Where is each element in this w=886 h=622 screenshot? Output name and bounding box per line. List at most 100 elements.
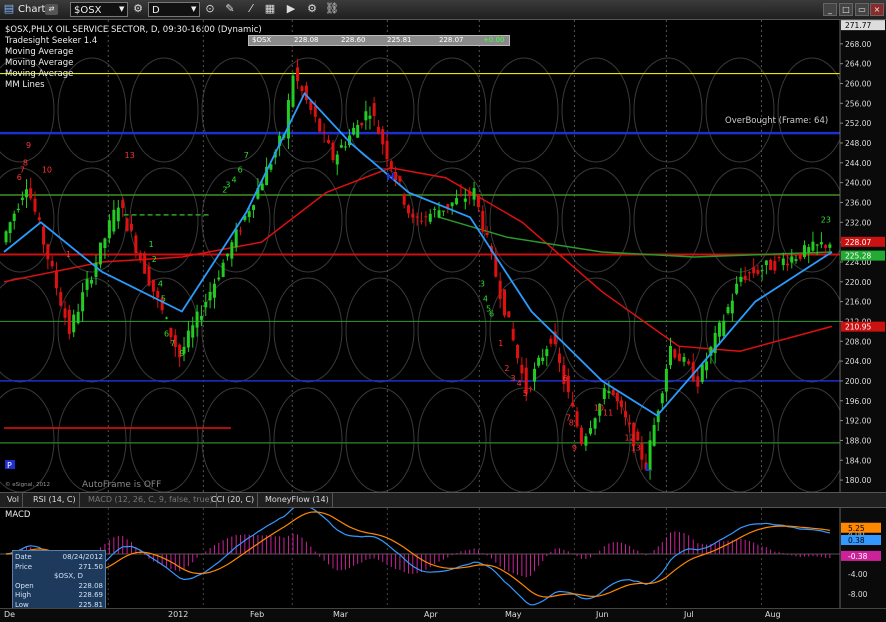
decor-ellipse: [0, 387, 55, 492]
candle-body: [602, 388, 606, 400]
candle-body: [752, 267, 756, 274]
candle-body: [212, 283, 216, 298]
macd-chart[interactable]: 4.000.00-4.00-8.005.250.38-0.38: [0, 508, 886, 608]
grid-icon[interactable]: ▦: [263, 2, 277, 16]
candle-body: [593, 418, 597, 429]
candle-body: [463, 198, 467, 202]
tab-macd[interactable]: MACD (12, 26, C, 9, false, true): [85, 493, 217, 507]
candle-body: [339, 145, 343, 148]
decor-ellipse: [777, 277, 847, 383]
link-badge-icon[interactable]: ⇄: [45, 4, 58, 15]
restore-button[interactable]: ▭: [855, 3, 869, 16]
tab-cci[interactable]: CCI (20, C): [208, 493, 259, 507]
sequence-count-label: 2: [504, 364, 509, 373]
data-value: 228.08: [78, 581, 104, 590]
close-button[interactable]: ×: [870, 3, 884, 16]
candle-body: [234, 229, 238, 248]
candle-body: [611, 389, 615, 395]
candle-body: [204, 301, 208, 308]
copyright-label: © eSignal, 2012: [5, 481, 50, 488]
line-icon[interactable]: ⁄: [244, 2, 258, 16]
candle-body: [239, 230, 243, 232]
quote-open: 228.08: [294, 36, 319, 44]
sequence-count-label: 13: [125, 151, 135, 160]
candle-body: [352, 127, 356, 135]
candle-body: [169, 327, 173, 338]
decor-ellipse: [129, 387, 199, 492]
link-icon[interactable]: ⛓: [325, 2, 339, 16]
candle-body: [455, 198, 459, 205]
decor-ellipse: [561, 277, 631, 383]
autoframe-label: AutoFrame is OFF: [82, 480, 161, 490]
draw-icon[interactable]: ✎: [223, 2, 237, 16]
candle-body: [584, 436, 588, 446]
candle-body: [67, 309, 71, 334]
candle-body: [81, 292, 85, 312]
candle-body: [12, 213, 16, 221]
decor-ellipse: [345, 277, 415, 383]
price-label: 228.07: [845, 238, 871, 247]
p-marker-label: P: [7, 461, 12, 470]
candle-body: [63, 308, 67, 318]
play-icon[interactable]: ▶: [284, 2, 298, 16]
candle-body: [165, 317, 169, 319]
candle-body: [433, 208, 437, 210]
quote-symbol: $OSX: [252, 36, 272, 44]
candle-body: [98, 242, 102, 265]
candle-body: [579, 427, 583, 445]
candle-body: [85, 279, 89, 290]
tab-moneyflow[interactable]: MoneyFlow (14): [262, 493, 333, 507]
chart-window-icon: ▤: [3, 2, 15, 15]
candle-body: [824, 245, 828, 248]
data-row: High 228.69: [15, 591, 103, 600]
candle-body: [696, 376, 700, 387]
gear-icon[interactable]: ⚙: [131, 2, 145, 16]
x-axis-label: Aug: [765, 610, 781, 619]
decor-ellipse: [201, 277, 271, 383]
candle-body: [607, 391, 611, 394]
candle-body: [781, 258, 785, 266]
tab-rsi[interactable]: RSI (14, C): [30, 493, 80, 507]
decor-ellipse: [489, 387, 559, 492]
candle-body: [450, 202, 454, 207]
candle-body: [756, 270, 760, 274]
candle-body: [700, 364, 704, 382]
sequence-count-label: 9: [572, 443, 577, 452]
candle-body: [503, 289, 507, 316]
candle-body: [507, 311, 511, 318]
sequence-count-label: 5: [523, 389, 528, 398]
candle-body: [615, 392, 619, 402]
price-tick-label: 200.00: [845, 377, 871, 386]
candle-body: [389, 161, 393, 170]
interval-dropdown-icon[interactable]: ▼: [191, 2, 196, 17]
candle-body: [8, 222, 12, 234]
price-tick-label: 252.00: [845, 119, 871, 128]
tab-vol[interactable]: Vol: [4, 493, 23, 507]
price-tick-label: 264.00: [845, 60, 871, 69]
symbol-dropdown-icon[interactable]: ▼: [119, 2, 124, 17]
candle-body: [296, 67, 300, 82]
settings-icon[interactable]: ⚙: [305, 2, 319, 16]
data-value: 228.69: [78, 591, 104, 600]
quote-bar: $OSX 228.08 228.60 225.81 228.07 +0.00: [248, 35, 510, 46]
candle-body: [385, 141, 389, 160]
candle-body: [107, 220, 111, 239]
sequence-count-label: 4: [231, 176, 236, 185]
price-tick-label: 240.00: [845, 179, 871, 188]
sequence-count-label: 6: [563, 374, 568, 383]
macd-tick-label: -8.00: [848, 590, 868, 599]
minimize-button[interactable]: _: [823, 3, 837, 16]
candle-body: [247, 211, 251, 217]
chart-toolbar: ▤ Chart ⇄ $OSX ▼ ⚙ D ▼ ⊙ ✎ ⁄ ▦ ▶ ⚙ ⛓ _ □…: [0, 0, 886, 20]
maximize-button[interactable]: □: [839, 3, 853, 16]
macd-line: [5, 508, 831, 606]
x-axis-label: Jul: [684, 610, 694, 619]
macd-value-label: 5.25: [848, 524, 865, 533]
candle-body: [217, 277, 221, 280]
candle-body: [428, 213, 432, 222]
decor-ellipse: [705, 277, 775, 383]
candle-body: [735, 283, 739, 294]
price-label: 271.77: [845, 21, 871, 30]
candle-body: [533, 368, 537, 382]
zoom-icon[interactable]: ⊙: [203, 2, 217, 16]
